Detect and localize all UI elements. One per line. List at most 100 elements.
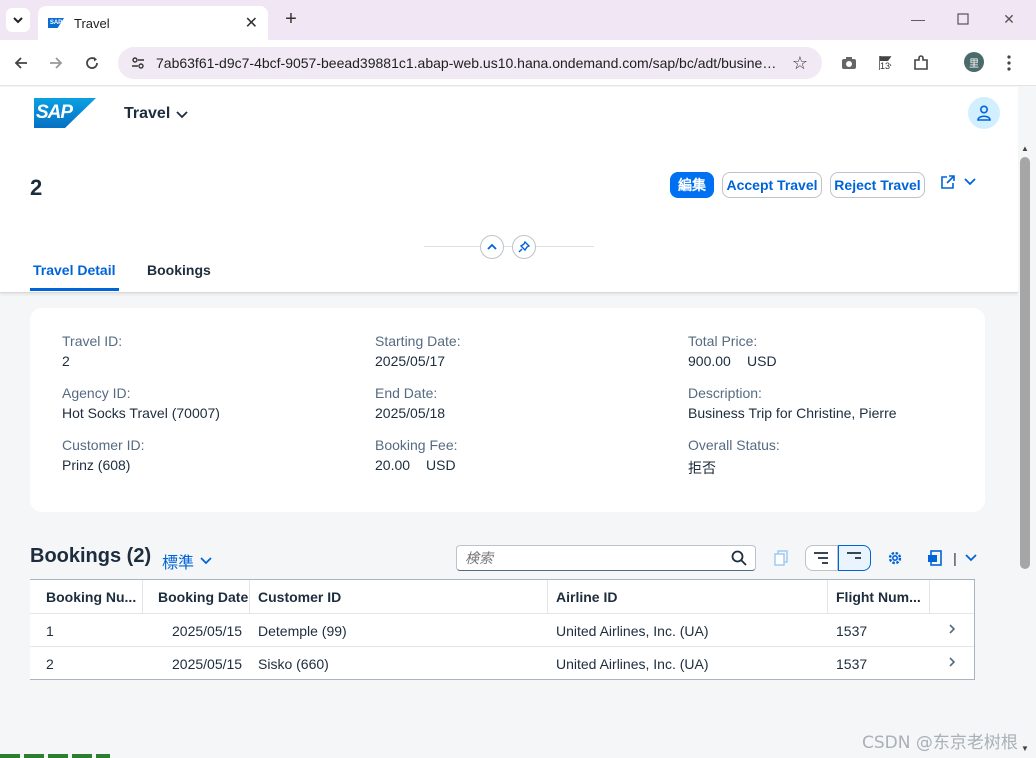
variant-selector[interactable]: 標準 — [162, 549, 212, 573]
chevron-right-icon[interactable] — [948, 655, 956, 673]
edit-button[interactable]: 編集 — [670, 172, 714, 198]
starting-date-value: 2025/05/17 — [375, 353, 446, 369]
overall-status-label: Overall Status: — [688, 437, 780, 453]
tab-title: Travel — [74, 15, 110, 31]
address-bar[interactable]: 7ab63f61-d9c7-4bcf-9057-beead39881c1.aba… — [118, 47, 822, 79]
accept-travel-button[interactable]: Accept Travel — [722, 172, 822, 198]
settings-gear-icon[interactable] — [884, 545, 906, 571]
travel-id-value: 2 — [62, 353, 70, 369]
shell-bar: SAP Travel — [0, 87, 1018, 140]
browser-tab-travel[interactable]: SAP Travel ✕ — [38, 6, 268, 40]
description-label: Description: — [688, 385, 762, 401]
tab-travel-detail[interactable]: Travel Detail — [33, 262, 116, 278]
pin-icon — [518, 241, 530, 253]
bookings-title: Bookings (2) — [30, 545, 152, 567]
total-price-currency: USD — [747, 353, 777, 369]
reload-icon[interactable] — [81, 52, 103, 74]
column-header-customer-id[interactable]: Customer ID — [250, 580, 548, 613]
list-indent-icon — [814, 552, 828, 564]
active-tab-indicator — [30, 288, 119, 291]
site-settings-icon[interactable] — [128, 53, 148, 73]
pin-header-button[interactable] — [512, 235, 536, 259]
minimize-window-icon[interactable]: — — [906, 8, 930, 30]
header-divider — [424, 246, 594, 247]
column-header-flight-number[interactable]: Flight Num... — [828, 580, 930, 613]
list-outdent-icon — [847, 552, 861, 559]
bookmark-star-icon[interactable]: ☆ — [792, 53, 808, 74]
column-header-airline-id[interactable]: Airline ID — [548, 580, 828, 613]
travel-id-label: Travel ID: — [62, 333, 123, 349]
scroll-up-arrow-icon[interactable]: ▲ — [1021, 144, 1029, 153]
cell-customer-id: Detemple (99) — [258, 622, 347, 639]
back-arrow-icon[interactable] — [10, 52, 32, 74]
tab-bookings[interactable]: Bookings — [147, 262, 211, 278]
url-text[interactable]: 7ab63f61-d9c7-4bcf-9057-beead39881c1.aba… — [156, 55, 780, 71]
description-value: Business Trip for Christine, Pierre — [688, 405, 897, 421]
cell-airline-id: United Airlines, Inc. (UA) — [556, 655, 709, 672]
page-title: 2 — [30, 175, 43, 200]
end-date-value: 2025/05/18 — [375, 405, 446, 421]
separator: | — [953, 550, 957, 566]
travel-detail-section: Travel ID: 2 Agency ID: Hot Socks Travel… — [30, 308, 985, 512]
customer-id-value: Prinz (608) — [62, 457, 131, 473]
total-price-value: 900.00 — [688, 353, 731, 369]
taskbar-edge — [0, 754, 110, 758]
expand-all-button[interactable] — [837, 545, 871, 571]
reject-travel-button[interactable]: Reject Travel — [830, 172, 925, 198]
collapse-header-button[interactable] — [480, 235, 504, 259]
chevron-down-icon[interactable] — [176, 107, 188, 125]
tab-search-button[interactable] — [6, 8, 30, 32]
end-date-label: End Date: — [375, 385, 438, 401]
export-excel-icon — [928, 550, 942, 566]
sap-logo[interactable]: SAP — [34, 98, 96, 128]
share-menu-button[interactable] — [940, 174, 976, 190]
camera-icon[interactable] — [838, 52, 860, 74]
extensions-puzzle-icon[interactable] — [910, 52, 932, 74]
close-tab-icon[interactable]: ✕ — [245, 13, 258, 33]
browser-tab-bar: SAP Travel ✕ + — ✕ — [0, 0, 1036, 40]
bookings-table: Booking Nu... Booking Date Customer ID A… — [30, 579, 975, 680]
chevron-down-icon — [964, 178, 976, 186]
new-tab-button[interactable]: + — [280, 8, 302, 30]
chevron-down-icon — [965, 554, 977, 562]
agency-id-label: Agency ID: — [62, 385, 131, 401]
watermark: CSDN @东京老树根 — [862, 733, 1018, 753]
scroll-down-arrow-icon[interactable]: ▼ — [1021, 744, 1029, 753]
collapse-all-button[interactable] — [804, 545, 838, 571]
chevron-right-icon[interactable] — [948, 622, 956, 640]
hierarchy-segmented-button[interactable] — [804, 545, 871, 571]
export-menu-button[interactable]: | — [924, 545, 980, 571]
copy-icon[interactable] — [770, 545, 792, 571]
column-header-booking-number[interactable]: Booking Nu... — [30, 580, 143, 613]
share-icon — [941, 175, 955, 189]
table-row[interactable]: 1 2025/05/15 Detemple (99) United Airlin… — [30, 613, 974, 646]
table-row[interactable]: 2 2025/05/15 Sisko (660) United Airlines… — [30, 646, 974, 679]
cell-flight-number: 1537 — [836, 655, 868, 672]
search-input[interactable] — [465, 550, 731, 566]
forward-arrow-icon[interactable] — [45, 52, 67, 74]
user-avatar[interactable] — [968, 97, 1000, 129]
booking-fee-value: 20.00 — [375, 457, 411, 473]
search-field[interactable] — [456, 545, 756, 571]
cell-booking-date: 2025/05/15 — [172, 655, 243, 672]
starting-date-label: Starting Date: — [375, 333, 461, 349]
scrollbar-thumb[interactable] — [1020, 157, 1030, 569]
column-header-booking-date[interactable]: Booking Date — [143, 580, 250, 613]
close-window-icon[interactable]: ✕ — [997, 8, 1021, 30]
overall-status-value: 拒否 — [688, 461, 716, 477]
maximize-window-icon[interactable] — [951, 8, 975, 30]
extension-badge: 13 — [880, 61, 891, 71]
profile-avatar[interactable]: 里 — [964, 52, 984, 72]
variant-label: 標準 — [162, 553, 195, 572]
app-title[interactable]: Travel — [124, 105, 170, 123]
cell-booking-number: 1 — [46, 622, 54, 639]
chevron-up-icon — [487, 243, 497, 250]
person-icon — [977, 105, 991, 121]
total-price-label: Total Price: — [688, 333, 758, 349]
search-icon[interactable] — [731, 550, 747, 566]
object-page-header: 2 編集 Accept Travel Reject Travel Travel … — [0, 140, 1018, 293]
sap-favicon-icon: SAP — [48, 18, 64, 28]
browser-menu-icon[interactable] — [998, 52, 1020, 74]
cell-flight-number: 1537 — [836, 622, 868, 639]
cell-airline-id: United Airlines, Inc. (UA) — [556, 622, 709, 639]
